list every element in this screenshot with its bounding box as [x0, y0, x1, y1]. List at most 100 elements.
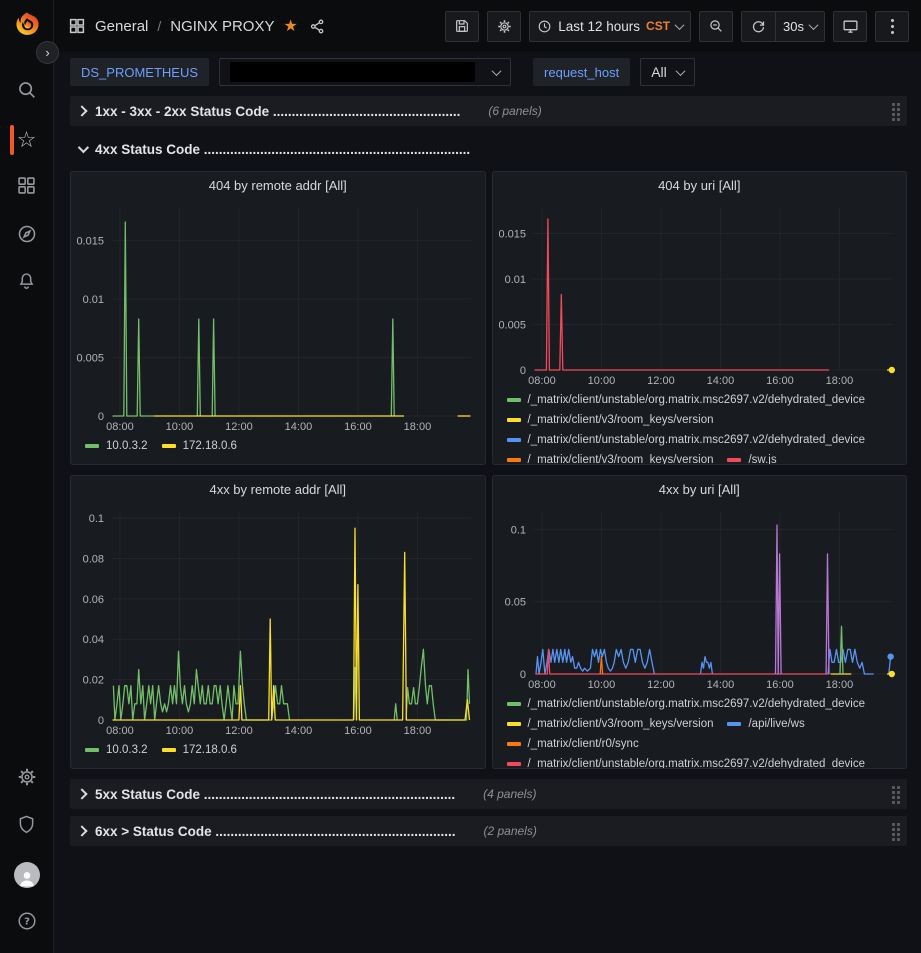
search-icon	[16, 79, 38, 106]
panel-header[interactable]: 404 by remote addr [All]	[71, 172, 485, 198]
legend-swatch	[727, 458, 741, 462]
page-title[interactable]: NGINX PROXY	[170, 18, 274, 35]
panel-grid: 404 by remote addr [All] 00.0050.010.015…	[70, 171, 907, 769]
share-icon[interactable]	[309, 18, 326, 35]
sidebar-item-server-admin[interactable]	[0, 803, 53, 851]
svg-text:0.08: 0.08	[83, 553, 104, 565]
legend-item[interactable]: /sw.js	[727, 450, 776, 464]
row-header-4xx[interactable]: 4xx Status Code ........................…	[70, 136, 907, 162]
svg-text:0.1: 0.1	[89, 513, 104, 525]
row-drag-handle[interactable]	[892, 103, 901, 122]
dashboard-settings-button[interactable]	[487, 11, 521, 42]
more-options-button[interactable]	[875, 11, 909, 42]
timeseries-plot[interactable]: 00.020.040.060.080.108:0010:0012:0014:00…	[71, 502, 485, 738]
time-range-picker[interactable]: Last 12 hours CST	[529, 11, 691, 42]
row-panel-count: (4 panels)	[483, 787, 536, 801]
panel-legend: 10.0.3.2 172.18.0.6	[71, 434, 485, 464]
row-title: 4xx Status Code ........................…	[95, 142, 470, 157]
chart-svg: 00.0050.010.01508:0010:0012:0014:0016:00…	[493, 198, 907, 388]
dashboard-squares-icon[interactable]	[68, 17, 86, 35]
sidebar-item-dashboards[interactable]	[0, 164, 53, 212]
sidebar: › ☆	[0, 0, 54, 953]
timeseries-plot[interactable]: 00.050.108:0010:0012:0014:0016:0018:00	[493, 502, 907, 692]
svg-text:0.005: 0.005	[76, 353, 104, 365]
svg-text:0.005: 0.005	[498, 319, 526, 331]
legend-item[interactable]: 10.0.3.2	[85, 740, 148, 760]
refresh-interval-dropdown[interactable]: 30s	[775, 11, 825, 42]
request-host-select[interactable]: All	[640, 58, 695, 86]
legend-item[interactable]: 172.18.0.6	[162, 740, 237, 760]
legend-series-label: 10.0.3.2	[106, 440, 148, 452]
svg-text:10:00: 10:00	[587, 679, 615, 691]
sidebar-item-profile[interactable]	[0, 851, 53, 899]
sidebar-item-explore[interactable]	[0, 212, 53, 260]
svg-text:14:00: 14:00	[706, 679, 734, 691]
main-area: General / NGINX PROXY ★	[54, 0, 921, 953]
gear-icon	[496, 18, 513, 35]
legend-item[interactable]: /_matrix/client/v3/room_keys/version	[507, 714, 714, 734]
datasource-select[interactable]	[219, 58, 511, 86]
chevron-right-icon	[76, 788, 87, 799]
legend-item[interactable]: /_matrix/client/v3/room_keys/version	[507, 410, 714, 430]
legend-series-label: /_matrix/client/r0/sync	[528, 738, 639, 750]
legend-item[interactable]: 172.18.0.6	[162, 436, 237, 456]
legend-item[interactable]: /_matrix/client/unstable/org.matrix.msc2…	[507, 754, 866, 768]
breadcrumb: General / NGINX PROXY ★	[68, 17, 326, 35]
legend-item[interactable]: /_matrix/client/unstable/org.matrix.msc2…	[507, 694, 866, 714]
sidebar-item-help[interactable]: ?	[0, 899, 53, 947]
sidebar-item-alerting[interactable]	[0, 260, 53, 308]
save-dashboard-button[interactable]	[445, 11, 479, 42]
svg-text:16:00: 16:00	[766, 679, 794, 691]
svg-text:12:00: 12:00	[647, 375, 675, 387]
legend-item[interactable]: 10.0.3.2	[85, 436, 148, 456]
monitor-icon	[842, 18, 859, 35]
tv-mode-button[interactable]	[833, 11, 867, 42]
grafana-logo-icon[interactable]	[12, 10, 42, 40]
panel-legend: 10.0.3.2 172.18.0.6	[71, 738, 485, 768]
legend-item[interactable]: /_matrix/client/unstable/org.matrix.msc2…	[507, 430, 866, 450]
compass-icon	[16, 223, 38, 250]
timeseries-plot[interactable]: 00.0050.010.01508:0010:0012:0014:0016:00…	[71, 198, 485, 434]
refresh-button[interactable]	[741, 11, 775, 42]
chart-svg: 00.050.108:0010:0012:0014:0016:0018:00	[493, 502, 907, 692]
svg-text:08:00: 08:00	[106, 725, 134, 737]
legend-item[interactable]: /_matrix/client/unstable/org.matrix.msc2…	[507, 390, 866, 410]
row-header-5xx[interactable]: 5xx Status Code ........................…	[70, 779, 907, 809]
panel-header[interactable]: 404 by uri [All]	[493, 172, 907, 198]
panel-header[interactable]: 4xx by uri [All]	[493, 476, 907, 502]
sidebar-expand-button[interactable]: ›	[36, 41, 59, 64]
sidebar-bottom: ?	[0, 755, 53, 953]
timeseries-plot[interactable]: 00.0050.010.01508:0010:0012:0014:0016:00…	[493, 198, 907, 388]
row-panel-count: (6 panels)	[488, 104, 541, 118]
panel-header[interactable]: 4xx by remote addr [All]	[71, 476, 485, 502]
shield-icon	[16, 814, 37, 840]
legend-item[interactable]: /_matrix/client/v3/room_keys/version	[507, 450, 714, 464]
legend-series-label: /sw.js	[748, 454, 776, 464]
legend-item[interactable]: /_matrix/client/r0/sync	[507, 734, 639, 754]
legend-swatch	[507, 722, 521, 726]
zoom-out-button[interactable]	[699, 11, 733, 42]
legend-item[interactable]: /api/live/ws	[727, 714, 804, 734]
request-host-value: All	[651, 64, 667, 80]
svg-text:14:00: 14:00	[285, 421, 313, 433]
sidebar-nav: ☆	[0, 68, 53, 308]
svg-text:16:00: 16:00	[766, 375, 794, 387]
svg-text:0.015: 0.015	[76, 236, 104, 248]
sidebar-item-search[interactable]	[0, 68, 53, 116]
legend-series-label: 172.18.0.6	[183, 440, 237, 452]
sidebar-item-starred[interactable]: ☆	[0, 116, 53, 164]
refresh-icon	[751, 19, 766, 34]
row-header-6xx[interactable]: 6xx > Status Code ......................…	[70, 816, 907, 846]
svg-text:16:00: 16:00	[344, 725, 372, 737]
breadcrumb-section[interactable]: General	[95, 18, 148, 35]
row-header-1xx[interactable]: 1xx - 3xx - 2xx Status Code ............…	[70, 96, 907, 126]
variable-label-request-host: request_host	[533, 58, 630, 86]
favorite-star-icon[interactable]: ★	[283, 18, 297, 34]
legend-swatch	[507, 418, 521, 422]
svg-text:12:00: 12:00	[225, 725, 253, 737]
legend-series-label: 10.0.3.2	[106, 744, 148, 756]
sidebar-item-configuration[interactable]	[0, 755, 53, 803]
row-drag-handle[interactable]	[892, 823, 901, 842]
svg-text:08:00: 08:00	[528, 375, 556, 387]
row-drag-handle[interactable]	[892, 786, 901, 805]
